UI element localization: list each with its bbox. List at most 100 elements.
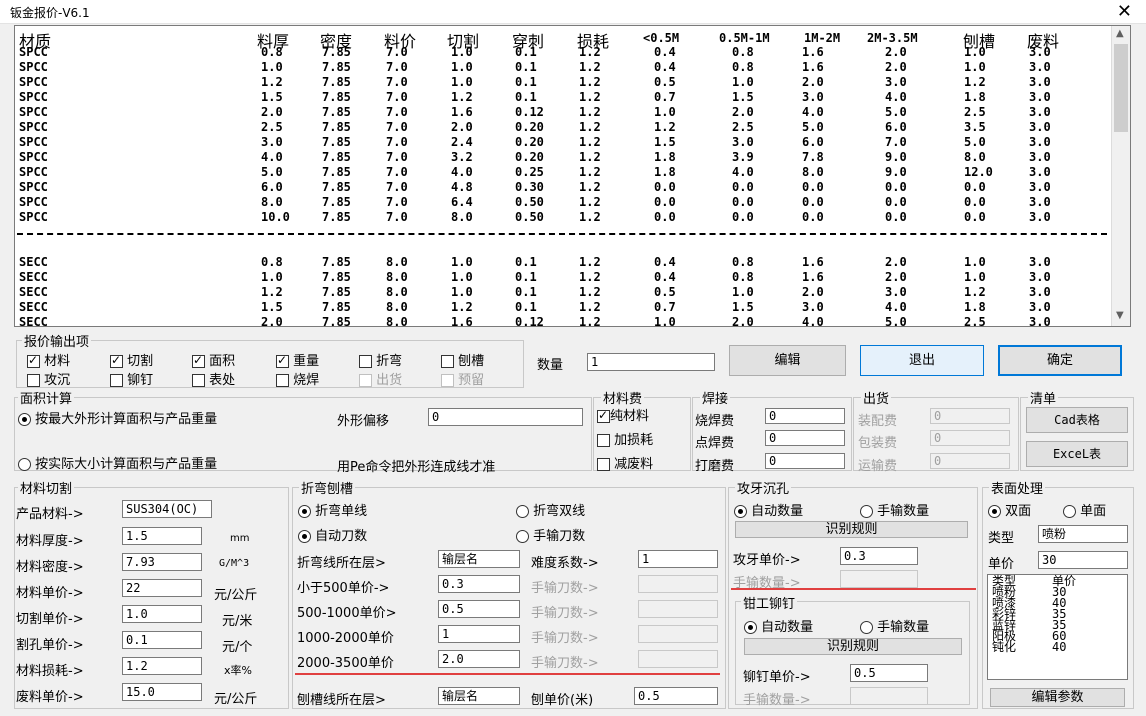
table-cell: 1.6: [802, 270, 824, 284]
rivet-manual-radio[interactable]: 手输数量: [860, 616, 929, 635]
table-cell: 2.0: [261, 315, 283, 327]
assemble-fee-input: 0: [930, 408, 1010, 424]
table-cell: 8.0: [261, 195, 283, 209]
weight-checkbox[interactable]: 重量: [276, 350, 319, 369]
fold-layer-input[interactable]: 输层名: [438, 550, 520, 568]
price-2000-3500-input[interactable]: 2.0: [438, 650, 520, 668]
tap-auto-radio[interactable]: 自动数量: [734, 500, 803, 519]
scrap-price-input[interactable]: 15.0: [122, 683, 202, 701]
material-checkbox[interactable]: 材料: [27, 350, 70, 369]
checkbox-icon: [27, 374, 40, 387]
surface-double-radio[interactable]: 双面: [988, 500, 1031, 519]
surface-price-input[interactable]: 30: [1038, 551, 1128, 569]
quantity-input[interactable]: 1: [587, 353, 715, 371]
scroll-down-icon[interactable]: ▼: [1116, 310, 1124, 321]
tapping-checkbox[interactable]: 攻沉: [27, 369, 70, 388]
welding-checkbox[interactable]: 烧焊: [276, 369, 319, 388]
price-under-500-input[interactable]: 0.3: [438, 575, 520, 593]
product-material-input[interactable]: SUS304(OC): [122, 500, 212, 518]
fold-single-radio[interactable]: 折弯单线: [298, 500, 367, 519]
manual-knife-2-input: [638, 600, 718, 618]
excel-table-button[interactable]: ExceL表: [1026, 441, 1128, 467]
rivet-checkbox[interactable]: 铆钉: [110, 369, 153, 388]
vertical-scrollbar[interactable]: ▲ ▼: [1111, 26, 1130, 326]
surface-type-input[interactable]: 喷粉: [1038, 525, 1128, 543]
table-cell: 0.4: [654, 255, 676, 269]
rivet-rule-button[interactable]: 识别规则: [744, 638, 962, 655]
loss-input[interactable]: 1.2: [122, 657, 202, 675]
table-cell: 1.0: [964, 60, 986, 74]
thickness-label: 材料厚度->: [16, 534, 84, 549]
spot-fee-label: 点焊费: [695, 436, 735, 451]
surface-checkbox[interactable]: 表处: [192, 369, 235, 388]
pure-material-checkbox[interactable]: 纯材料: [597, 405, 649, 424]
close-icon[interactable]: ✕: [1117, 1, 1132, 22]
tap-manual-radio[interactable]: 手输数量: [860, 500, 929, 519]
price-1000-2000-input[interactable]: 1: [438, 625, 520, 643]
rivet-manual-qty-input: [850, 687, 928, 705]
spot-fee-input[interactable]: 0: [765, 430, 845, 446]
radio-icon: [18, 413, 31, 426]
area-checkbox[interactable]: 面积: [192, 350, 235, 369]
tap-rule-button[interactable]: 识别规则: [735, 521, 968, 538]
add-loss-checkbox[interactable]: 加损耗: [597, 429, 653, 448]
table-cell: 7.85: [322, 180, 351, 194]
table-cell: 0.0: [802, 180, 824, 194]
table-cell: 3.0: [1029, 300, 1051, 314]
groove-checkbox[interactable]: 刨槽: [441, 350, 484, 369]
label: 双面: [1005, 504, 1032, 519]
manual-knife-radio[interactable]: 手输刀数: [516, 525, 585, 544]
cad-table-button[interactable]: Cad表格: [1026, 407, 1128, 433]
scroll-up-icon[interactable]: ▲: [1116, 28, 1124, 39]
fold-double-radio[interactable]: 折弯双线: [516, 500, 585, 519]
scrollbar-thumb[interactable]: [1114, 44, 1128, 132]
weld-fee-input[interactable]: 0: [765, 408, 845, 424]
grind-fee-input[interactable]: 0: [765, 453, 845, 469]
surface-list[interactable]: 类型 单价 喷粉 30 喷漆 40 彩锌 35 蓝锌 35 阳极 60 钝化 40: [987, 574, 1128, 680]
cut-price-input[interactable]: 1.0: [122, 605, 202, 623]
checkbox-icon: [359, 374, 372, 387]
density-input[interactable]: 7.93: [122, 553, 202, 571]
groove-layer-input[interactable]: 输层名: [438, 687, 520, 705]
table-cell: 1.0: [732, 75, 754, 89]
ok-button[interactable]: 确定: [998, 345, 1122, 376]
table-cell: 7.0: [885, 135, 907, 149]
price-input[interactable]: 22: [122, 579, 202, 597]
table-cell: 3.0: [802, 90, 824, 104]
label: 自动数量: [751, 504, 804, 519]
table-cell: 12.0: [964, 165, 993, 179]
hole-price-input[interactable]: 0.1: [122, 631, 202, 649]
edit-params-button[interactable]: 编辑参数: [990, 688, 1125, 707]
area-max-radio[interactable]: 按最大外形计算面积与产品重量: [18, 408, 217, 427]
edit-button[interactable]: 编辑: [729, 345, 846, 376]
table-cell: 1.8: [964, 300, 986, 314]
area-actual-radio[interactable]: 按实际大小计算面积与产品重量: [18, 453, 217, 472]
difficulty-input[interactable]: 1: [638, 550, 718, 568]
table-cell: 3.0: [1029, 120, 1051, 134]
table-cell: SPCC: [19, 60, 48, 74]
rivet-price-input[interactable]: 0.5: [850, 664, 928, 682]
minus-waste-checkbox[interactable]: 减废料: [597, 453, 653, 472]
label: 加损耗: [614, 433, 654, 448]
surface-single-radio[interactable]: 单面: [1063, 500, 1106, 519]
cutting-checkbox[interactable]: 切割: [110, 350, 153, 369]
auto-knife-radio[interactable]: 自动刀数: [298, 525, 367, 544]
table-cell: 7.0: [386, 150, 408, 164]
rivet-auto-radio[interactable]: 自动数量: [744, 616, 813, 635]
label: 预留: [458, 373, 485, 388]
fold-checkbox[interactable]: 折弯: [359, 350, 402, 369]
manual-knife-1-label: 手输刀数->: [531, 581, 599, 596]
groove-price-input[interactable]: 0.5: [634, 687, 718, 705]
thickness-input[interactable]: 1.5: [122, 527, 202, 545]
material-table[interactable]: 材质 料厚 密度 料价 切割 穿刺 损耗 <0.5M 0.5M-1M 1M-2M 2M-3.5M 刨槽…: [14, 25, 1131, 327]
offset-input[interactable]: 0: [428, 408, 583, 426]
fold-layer-label: 折弯线所在层>: [297, 556, 386, 571]
exit-button[interactable]: 退出: [860, 345, 984, 376]
table-cell: SPCC: [19, 45, 48, 59]
label: 折弯: [376, 354, 403, 369]
surface-name: 钝化: [992, 640, 1017, 654]
price-500-1000-input[interactable]: 0.5: [438, 600, 520, 618]
checkbox-icon: [27, 353, 40, 368]
surface-list-item[interactable]: 钝化 40: [992, 640, 1123, 654]
tap-price-input[interactable]: 0.3: [840, 547, 918, 565]
